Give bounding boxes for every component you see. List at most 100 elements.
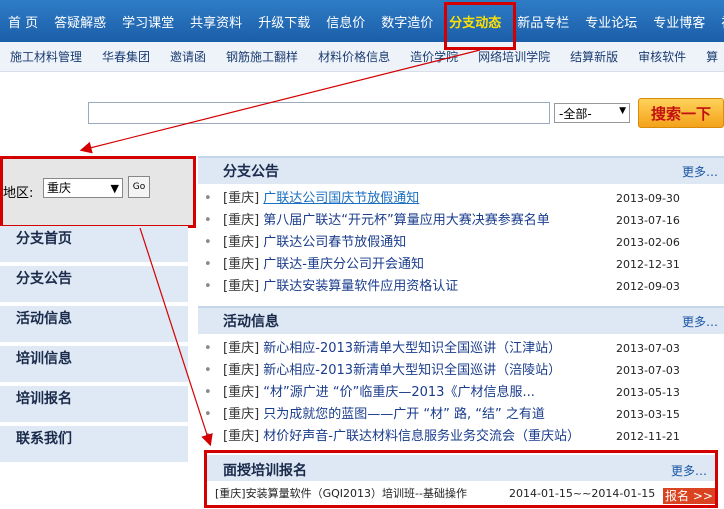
panel-header: 分支公告 更多… xyxy=(198,156,724,184)
more-link[interactable]: 更多… xyxy=(682,313,718,330)
panel-title: 分支公告 xyxy=(223,164,279,180)
annotation-highlight-box xyxy=(444,2,516,50)
list-item: • [重庆] 广联达安装算量软件应用资格认证 2012-09-03 xyxy=(198,276,724,298)
search-button[interactable]: 搜索一下 xyxy=(638,98,724,128)
date: 2013-07-03 xyxy=(616,364,680,377)
bullet-icon: • xyxy=(204,235,212,250)
sidebar-item-announcements[interactable]: 分支公告 xyxy=(0,266,188,302)
subnav-item[interactable]: 网络培训学院 xyxy=(468,48,560,65)
top-nav: 首 页 答疑解惑 学习课堂 共享资料 升级下载 信息价 数字造价 分支动态 新品… xyxy=(0,0,724,42)
list-item: [重庆]安装算量软件（GQI2013）培训班--基础操作 2014-01-15~… xyxy=(207,483,715,505)
news-link[interactable]: 广联达公司国庆节放假通知 xyxy=(263,191,419,206)
panel-title: 活动信息 xyxy=(223,314,279,330)
list-item: • [重庆] 第八届广联达“开元杯”算量应用大赛决赛参赛名单 2013-07-16 xyxy=(198,210,724,232)
announcements-panel: 分支公告 更多… • [重庆] 广联达公司国庆节放假通知 2013-09-30 • [… xyxy=(198,156,724,298)
region-tag: [重庆] xyxy=(223,363,260,378)
region-selector-box: 地区: 重庆 ▼ Go xyxy=(0,156,196,228)
region-select[interactable]: 重庆 ▼ xyxy=(43,178,123,198)
sidebar-item-contact[interactable]: 联系我们 xyxy=(0,426,188,462)
side-menu: 分支首页 分支公告 活动信息 培训信息 培训报名 联系我们 xyxy=(0,226,188,466)
list-item: • [重庆] 广联达公司国庆节放假通知 2013-09-30 xyxy=(198,188,724,210)
panel-title: 面授培训报名 xyxy=(223,463,307,479)
news-link[interactable]: 广联达公司春节放假通知 xyxy=(263,235,406,250)
chevron-down-icon: ▼ xyxy=(619,106,626,116)
bullet-icon: • xyxy=(204,429,212,444)
news-link[interactable]: “材”源广进 “价”临重庆—2013《广材信息服... xyxy=(263,385,535,400)
bullet-icon: • xyxy=(204,407,212,422)
date: 2012-12-31 xyxy=(616,258,680,271)
nav-classroom[interactable]: 学习课堂 xyxy=(114,12,182,31)
nav-shared-resources[interactable]: 共享资料 xyxy=(182,12,250,31)
nav-blog[interactable]: 专业博客 xyxy=(645,12,713,31)
list-item: • [重庆] 新心相应-2013新清单大型知识全国巡讲（江津站） 2013-07-0… xyxy=(198,338,724,360)
date: 2013-09-30 xyxy=(616,192,680,205)
subnav-item[interactable]: 华春集团 xyxy=(92,48,160,65)
list-item: • [重庆] “材”源广进 “价”临重庆—2013《广材信息服... 2013-05… xyxy=(198,382,724,404)
subnav-item[interactable]: 审核软件 xyxy=(628,48,696,65)
nav-home[interactable]: 首 页 xyxy=(0,12,46,31)
news-link[interactable]: 只为成就您的蓝图——广开 “材” 路, “结” 之有道 xyxy=(263,407,545,422)
date: 2013-05-13 xyxy=(616,386,680,399)
bullet-icon: • xyxy=(204,257,212,272)
bullet-icon: • xyxy=(204,279,212,294)
more-link[interactable]: 更多… xyxy=(671,462,707,479)
bullet-icon: • xyxy=(204,213,212,228)
nav-digital-costing[interactable]: 数字造价 xyxy=(373,12,441,31)
region-tag: [重庆] xyxy=(223,191,260,206)
activities-panel: 活动信息 更多… • [重庆] 新心相应-2013新清单大型知识全国巡讲（江津站）… xyxy=(198,306,724,448)
date: 2012-09-03 xyxy=(616,280,680,293)
news-link[interactable]: 广联达安装算量软件应用资格认证 xyxy=(263,279,458,294)
sidebar-item-branch-home[interactable]: 分支首页 xyxy=(0,226,188,262)
bullet-icon: • xyxy=(204,341,212,356)
news-link[interactable]: 第八届广联达“开元杯”算量应用大赛决赛参赛名单 xyxy=(263,213,549,228)
region-tag: [重庆] xyxy=(223,279,260,294)
subnav-item[interactable]: 材料价格信息 xyxy=(308,48,400,65)
region-tag: [重庆] xyxy=(223,341,260,356)
nav-forum[interactable]: 专业论坛 xyxy=(577,12,645,31)
training-dates: 2014-01-15~~2014-01-15 xyxy=(509,487,656,500)
search-input[interactable] xyxy=(88,102,550,124)
region-tag: [重庆] xyxy=(223,407,260,422)
subnav-item[interactable]: 造价学院 xyxy=(400,48,468,65)
list-item: • [重庆] 广联达公司春节放假通知 2013-02-06 xyxy=(198,232,724,254)
training-course-link[interactable]: [重庆]安装算量软件（GQI2013）培训班--基础操作 xyxy=(215,487,467,500)
signup-button[interactable]: 报名 >> xyxy=(663,488,715,504)
search-scope-select[interactable]: -全部- ▼ xyxy=(554,103,630,123)
news-link[interactable]: 新心相应-2013新清单大型知识全国巡讲（涪陵站） xyxy=(263,363,561,378)
region-tag: [重庆] xyxy=(223,213,260,228)
region-tag: [重庆] xyxy=(223,429,260,444)
region-tag: [重庆] xyxy=(223,385,260,400)
panel-header: 活动信息 更多… xyxy=(198,306,724,334)
nav-new-products[interactable]: 新品专栏 xyxy=(509,12,577,31)
subnav-item[interactable]: 施工材料管理 xyxy=(0,48,92,65)
subnav-item[interactable]: 邀请函 xyxy=(160,48,216,65)
subnav-item[interactable]: 钢筋施工翻样 xyxy=(216,48,308,65)
date: 2012-11-21 xyxy=(616,430,680,443)
region-tag: [重庆] xyxy=(223,257,260,272)
bullet-icon: • xyxy=(204,363,212,378)
nav-downloads[interactable]: 升级下载 xyxy=(250,12,318,31)
nav-price-info[interactable]: 信息价 xyxy=(318,12,373,31)
nav-qa[interactable]: 答疑解惑 xyxy=(46,12,114,31)
sidebar-item-training-signup[interactable]: 培训报名 xyxy=(0,386,188,422)
bullet-icon: • xyxy=(204,385,212,400)
news-link[interactable]: 材价好声音-广联达材料信息服务业务交流会（重庆站） xyxy=(263,429,580,444)
nav-video[interactable]: 视 xyxy=(713,12,724,31)
subnav-item[interactable]: 算 xyxy=(696,48,724,65)
news-link[interactable]: 广联达-重庆分公司开会通知 xyxy=(263,257,424,272)
panel-header: 面授培训报名 更多… xyxy=(207,455,715,481)
news-link[interactable]: 新心相应-2013新清单大型知识全国巡讲（江津站） xyxy=(263,341,561,356)
subnav-item[interactable]: 结算新版 xyxy=(560,48,628,65)
search-scope-value: -全部- xyxy=(559,106,592,121)
more-link[interactable]: 更多… xyxy=(682,163,718,180)
go-button[interactable]: Go xyxy=(128,176,150,198)
list-item: • [重庆] 新心相应-2013新清单大型知识全国巡讲（涪陵站） 2013-07-0… xyxy=(198,360,724,382)
region-tag: [重庆] xyxy=(223,235,260,250)
region-selected-value: 重庆 xyxy=(47,181,72,195)
list-item: • [重庆] 广联达-重庆分公司开会通知 2012-12-31 xyxy=(198,254,724,276)
date: 2013-03-15 xyxy=(616,408,680,421)
sidebar-item-training-info[interactable]: 培训信息 xyxy=(0,346,188,382)
sidebar-item-activities[interactable]: 活动信息 xyxy=(0,306,188,342)
date: 2013-07-16 xyxy=(616,214,680,227)
list-item: • [重庆] 材价好声音-广联达材料信息服务业务交流会（重庆站） 2012-11-2… xyxy=(198,426,724,448)
